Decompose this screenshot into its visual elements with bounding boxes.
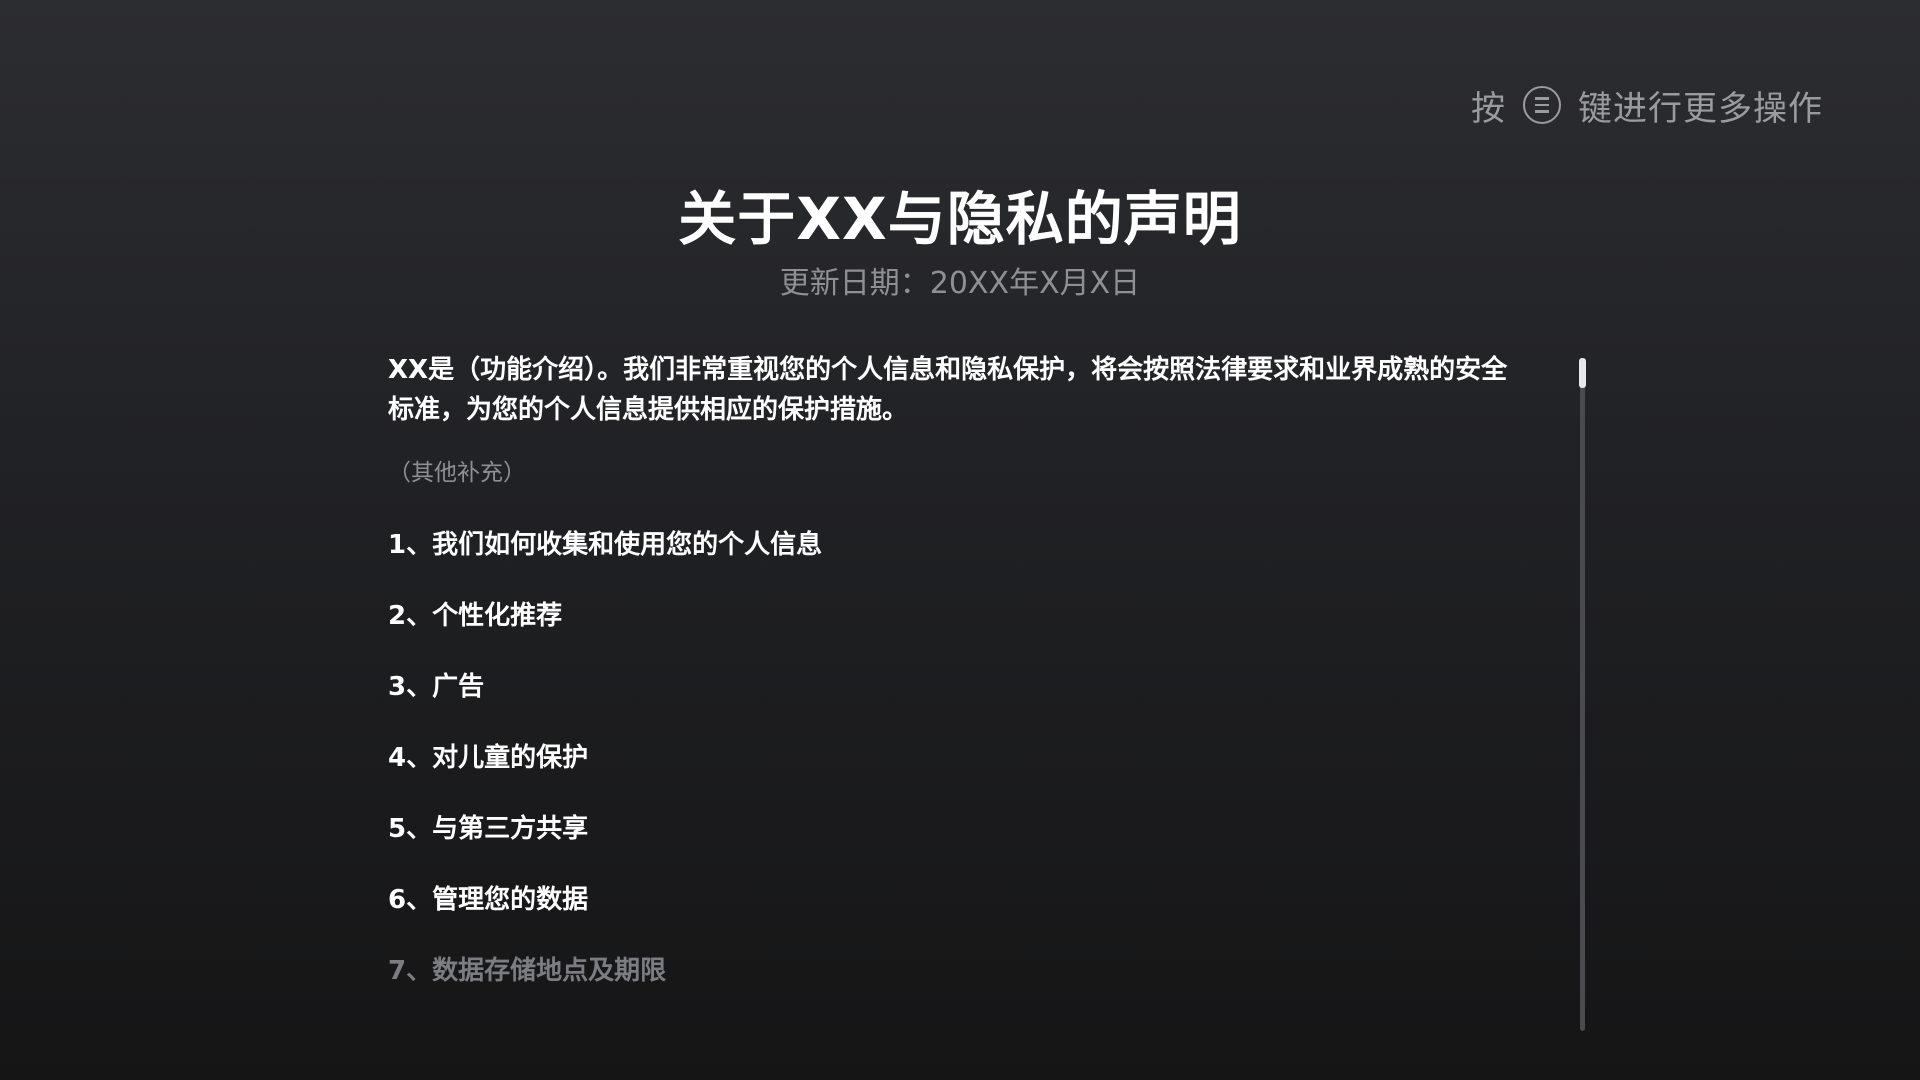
- privacy-content[interactable]: XX是（功能介绍）。我们非常重视您的个人信息和隐私保护，将会按照法律要求和业界成…: [388, 350, 1528, 1030]
- section-item-personalized[interactable]: 2、个性化推荐: [388, 581, 1528, 652]
- intro-paragraph: XX是（功能介绍）。我们非常重视您的个人信息和隐私保护，将会按照法律要求和业界成…: [388, 355, 1508, 425]
- menu-key-hint: 按 键进行更多操作: [1471, 80, 1823, 130]
- hint-prefix: 按: [1471, 88, 1506, 129]
- section-list: 1、我们如何收集和使用您的个人信息 2、个性化推荐 3、广告 4、对儿童的保护 …: [388, 510, 1528, 1007]
- hint-suffix: 键进行更多操作: [1578, 88, 1823, 129]
- update-date: 更新日期：20XX年X月X日: [779, 266, 1141, 301]
- section-item-storage[interactable]: 7、数据存储地点及期限: [388, 936, 1528, 1007]
- page-title: 关于XX与隐私的声明: [678, 185, 1242, 253]
- section-item-collect-use[interactable]: 1、我们如何收集和使用您的个人信息: [388, 510, 1528, 581]
- section-item-third-party[interactable]: 5、与第三方共享: [388, 794, 1528, 865]
- section-item-manage-data[interactable]: 6、管理您的数据: [388, 865, 1528, 936]
- menu-icon: [1523, 86, 1561, 124]
- section-item-children[interactable]: 4、对儿童的保护: [388, 723, 1528, 794]
- scrollbar-thumb[interactable]: [1579, 358, 1586, 388]
- supplement-note: （其他补充）: [388, 460, 526, 486]
- section-item-ads[interactable]: 3、广告: [388, 652, 1528, 723]
- scrollbar-track[interactable]: [1579, 358, 1586, 1031]
